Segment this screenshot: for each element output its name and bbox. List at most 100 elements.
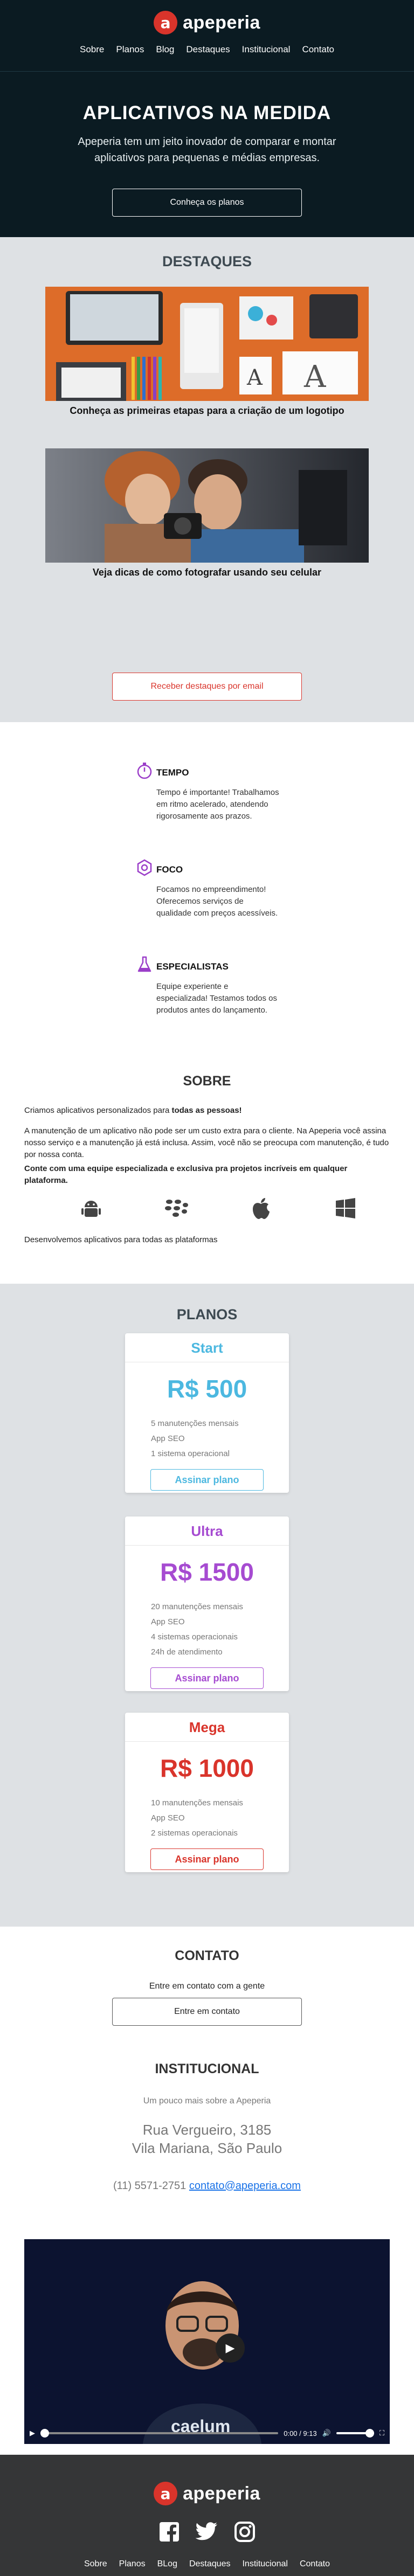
- highlight-card[interactable]: Veja dicas de como fotografar usando seu…: [45, 448, 369, 578]
- duration: 9:13: [303, 2429, 317, 2437]
- volume-knob[interactable]: [365, 2429, 374, 2437]
- phone-number: (11) 5571-2751: [113, 2180, 187, 2192]
- plan-feature: 2 sistemas operacionais: [151, 1829, 238, 1838]
- blackberry-icon: [163, 1195, 189, 1221]
- brand-name: apeperia: [183, 12, 260, 33]
- video-player[interactable]: caelum ▶ ▶ 0:00 / 9:13 🔊 ⛶: [24, 2239, 390, 2444]
- plan-price: R$ 1000: [160, 1754, 254, 1782]
- plan-price: R$ 1500: [160, 1558, 254, 1586]
- header-divider: [0, 71, 414, 72]
- footer-nav-contato[interactable]: Contato: [300, 2559, 330, 2569]
- nav-planos[interactable]: Planos: [116, 44, 144, 55]
- subscribe-start-button[interactable]: Assinar plano: [150, 1469, 264, 1491]
- footer-logo[interactable]: a apeperia: [0, 2455, 414, 2505]
- footer-nav-institucional[interactable]: Institucional: [242, 2559, 288, 2569]
- plan-feature: 24h de atendimento: [151, 1647, 223, 1657]
- site-header: a apeperia Sobre Planos Blog Destaques I…: [0, 0, 414, 237]
- receive-highlights-button[interactable]: Receber destaques por email: [112, 673, 302, 701]
- contato-subtitle: Entre em contato com a gente: [149, 1982, 265, 1991]
- footer-nav-destaques[interactable]: Destaques: [189, 2559, 231, 2569]
- sobre-platforms-text: Desenvolvemos aplicativos para todas as …: [24, 1235, 218, 1244]
- plan-feature: 4 sistemas operacionais: [151, 1632, 238, 1642]
- video-controls: ▶ 0:00 / 9:13 🔊 ⛶: [24, 2422, 390, 2444]
- plan-feature: 10 manutenções mensais: [151, 1798, 243, 1808]
- sobre-intro: Criamos aplicativos personalizados para …: [24, 1106, 390, 1115]
- sobre-intro-bold: todas as pessoas!: [171, 1106, 242, 1115]
- hero: APLICATIVOS NA MEDIDA Apeperia tem um je…: [0, 102, 414, 217]
- video-time: 0:00 / 9:13: [284, 2429, 317, 2437]
- plan-card-start: Start R$ 500 5 manutenções mensais App S…: [125, 1333, 289, 1493]
- stopwatch-icon: [135, 761, 154, 780]
- seek-bar[interactable]: [40, 2429, 279, 2437]
- contact-button[interactable]: Entre em contato: [112, 1998, 302, 2026]
- plan-features: 10 manutenções mensais App SEO 2 sistema…: [125, 1796, 289, 1841]
- feature-text: Tempo é importante! Trabalhamos em ritmo…: [156, 788, 279, 821]
- video-frame-person: caelum: [143, 2281, 261, 2444]
- instagram-icon[interactable]: [233, 2520, 256, 2543]
- institucional-subtitle: Um pouco mais sobre a Apeperia: [143, 2096, 271, 2106]
- address-line: Vila Mariana, São Paulo: [132, 2140, 282, 2156]
- facebook-icon[interactable]: [158, 2520, 181, 2543]
- highlight-card[interactable]: A A Conheça as primeiras etapas para a c…: [45, 287, 369, 417]
- plan-divider: [125, 1545, 289, 1546]
- nav-sobre[interactable]: Sobre: [80, 44, 104, 55]
- footer-nav-sobre[interactable]: Sobre: [84, 2559, 107, 2569]
- feature-title: TEMPO: [156, 767, 189, 778]
- sobre-intro-text: Criamos aplicativos personalizados para: [24, 1106, 172, 1115]
- hero-subtitle: Apeperia tem um jeito inovador de compar…: [78, 136, 336, 164]
- volume-slider[interactable]: [336, 2429, 374, 2437]
- nav-blog[interactable]: Blog: [156, 44, 174, 55]
- contact-line: (11) 5571-2751 contato@apeperia.com: [0, 2180, 414, 2192]
- sobre-team-text: Conte com uma equipe especializada e exc…: [24, 1164, 348, 1185]
- feature-text: Focamos no empreendimento! Oferecemos se…: [156, 885, 278, 918]
- destaques-section: DESTAQUES A A Conheça as primeiras etapa…: [0, 237, 414, 722]
- plan-feature: App SEO: [151, 1813, 185, 1823]
- nav-institucional[interactable]: Institucional: [242, 44, 291, 55]
- plan-feature: App SEO: [151, 1434, 185, 1443]
- platform-icons: [78, 1195, 358, 1221]
- plan-feature: 5 manutenções mensais: [151, 1419, 239, 1428]
- subscribe-ultra-button[interactable]: Assinar plano: [150, 1667, 264, 1689]
- nav-destaques[interactable]: Destaques: [186, 44, 230, 55]
- footer-nav-blog[interactable]: BLog: [157, 2559, 177, 2569]
- twitter-icon[interactable]: [196, 2520, 218, 2543]
- feature-title: ESPECIALISTAS: [156, 961, 229, 972]
- plan-price: R$ 500: [167, 1375, 247, 1403]
- play-button[interactable]: ▶: [216, 2333, 245, 2363]
- plan-card-mega: Mega R$ 1000 10 manutenções mensais App …: [125, 1713, 289, 1872]
- highlight-caption[interactable]: Veja dicas de como fotografar usando seu…: [45, 567, 369, 578]
- designer-desk-image[interactable]: A A: [45, 287, 369, 401]
- planos-section: PLANOS Start R$ 500 5 manutenções mensai…: [0, 1284, 414, 1927]
- feature-title: FOCO: [156, 864, 183, 875]
- plan-features: 5 manutenções mensais App SEO 1 sistema …: [125, 1416, 289, 1462]
- header-logo[interactable]: a apeperia: [0, 0, 414, 34]
- sobre-title: SOBRE: [183, 1074, 231, 1089]
- plan-name: Start: [191, 1340, 223, 1356]
- fullscreen-icon[interactable]: ⛶: [380, 2429, 384, 2437]
- play-icon[interactable]: ▶: [30, 2429, 35, 2437]
- plan-feature: 1 sistema operacional: [151, 1449, 230, 1458]
- hero-cta-button[interactable]: Conheça os planos: [112, 189, 302, 217]
- volume-icon[interactable]: 🔊: [322, 2429, 331, 2437]
- svg-text:A: A: [246, 365, 263, 390]
- plan-card-ultra: Ultra R$ 1500 20 manutenções mensais App…: [125, 1516, 289, 1691]
- subscribe-mega-button[interactable]: Assinar plano: [150, 1848, 264, 1870]
- contato-title: CONTATO: [175, 1948, 239, 1963]
- contato-section: CONTATO Entre em contato com a gente Ent…: [0, 1927, 414, 2239]
- destaques-title: DESTAQUES: [162, 253, 252, 269]
- apple-icon: [248, 1195, 274, 1221]
- flask-icon: [135, 955, 154, 974]
- highlight-caption[interactable]: Conheça as primeiras etapas para a criaç…: [45, 405, 369, 417]
- android-icon: [78, 1195, 104, 1221]
- nav-contato[interactable]: Contato: [302, 44, 334, 55]
- social-links: [0, 2520, 414, 2543]
- logo-mark-icon: a: [154, 11, 178, 34]
- brand-name: apeperia: [183, 2483, 260, 2504]
- seek-knob[interactable]: [40, 2429, 49, 2437]
- features-section: TEMPO Tempo é importante! Trabalhamos em…: [0, 722, 414, 1074]
- photographers-image[interactable]: [45, 448, 369, 563]
- email-link[interactable]: contato@apeperia.com: [189, 2180, 301, 2192]
- current-time: 0:00: [284, 2429, 298, 2437]
- windows-icon: [333, 1195, 358, 1221]
- footer-nav-planos[interactable]: Planos: [119, 2559, 146, 2569]
